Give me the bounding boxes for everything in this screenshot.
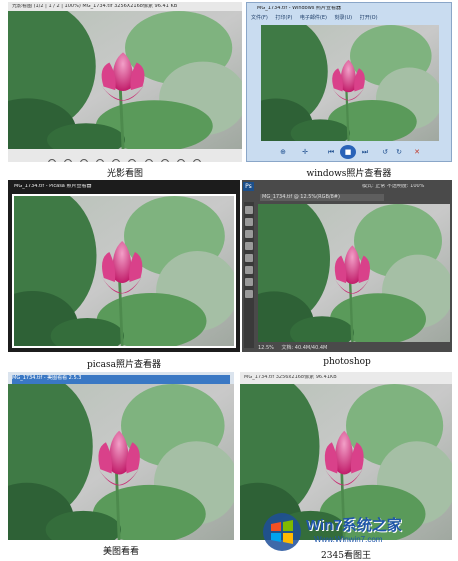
menu-bar: 文件(F) 打印(P) 电子邮件(E) 刻录(U) 打开(O): [251, 14, 447, 22]
viewer-panel-picasa: MG_1734.tif - Picasa 照片查看器: [8, 180, 240, 352]
window-title: MG_1734.tif - Windows 照片查看器: [257, 6, 342, 11]
zoom-level: 12.5%: [258, 345, 274, 351]
caption-windows: windows照片查看器: [306, 169, 392, 179]
brush-tool-icon[interactable]: [245, 254, 253, 262]
window-title: MG_1734.tif - 美图看看 2.5.3: [12, 375, 230, 384]
doc-info: 文档: 40.4M/40.4M: [281, 345, 328, 351]
crop-tool-icon[interactable]: [245, 242, 253, 250]
menu-burn[interactable]: 刻录(U): [335, 15, 353, 21]
delete-icon[interactable]: ✕: [411, 147, 423, 157]
viewer-panel-guangying: 光影看图 (1/2 | 1 / 2 | 100%) MG_1734.tif 32…: [8, 2, 242, 162]
photo: [261, 25, 439, 141]
photo: [8, 384, 234, 540]
fit-icon[interactable]: [80, 159, 89, 162]
lasso-tool-icon[interactable]: [245, 230, 253, 238]
window-title: MG_1734.tif 3256x2168像素 96.41KB: [244, 375, 337, 380]
zoom-icon[interactable]: ⊕: [277, 147, 289, 157]
menu-email[interactable]: 电子邮件(E): [300, 15, 327, 21]
status-bar: 12.5% 文档: 40.4M/40.4M: [258, 344, 450, 352]
crop-icon[interactable]: [96, 159, 105, 162]
zoom-in-icon[interactable]: [48, 159, 56, 162]
delete-icon[interactable]: [176, 159, 185, 162]
rotate-left-icon[interactable]: [144, 159, 153, 162]
document-tab[interactable]: MG_1734.tif @ 12.5%(RGB/8#): [260, 194, 384, 201]
slideshow-button[interactable]: ■: [340, 145, 356, 159]
photo: [12, 194, 236, 348]
window-title: 光影看图 (1/2 | 1 / 2 | 100%) MG_1734.tif 32…: [12, 4, 178, 9]
caption-guangying: 光影看图: [106, 169, 143, 179]
rotate-right-icon[interactable]: [160, 159, 169, 162]
next-icon[interactable]: [128, 159, 137, 162]
prev-icon[interactable]: [112, 159, 121, 162]
caption-meitu: 美图看看: [102, 547, 139, 557]
caption-photoshop: photoshop: [323, 357, 371, 367]
hand-tool-icon[interactable]: [245, 290, 253, 298]
photo: [258, 204, 450, 342]
rotate-left-icon[interactable]: ↺: [379, 147, 391, 157]
marquee-tool-icon[interactable]: [245, 218, 253, 226]
menu-print[interactable]: 打印(P): [275, 15, 292, 21]
watermark: Win7系统之家 Www.Winwin7.com: [262, 510, 452, 558]
info-icon[interactable]: [192, 159, 201, 162]
viewer-panel-windows: MG_1734.tif - Windows 照片查看器 文件(F) 打印(P) …: [246, 2, 452, 162]
photo: [8, 11, 242, 149]
watermark-logo-text: Win7系统之家: [306, 517, 402, 534]
caption-picasa: picasa照片查看器: [86, 360, 162, 370]
prev-icon[interactable]: ⏮: [325, 147, 337, 157]
toolbar: [48, 152, 228, 162]
tools-panel: [244, 202, 254, 348]
menu-file[interactable]: 文件(F): [251, 15, 268, 21]
window-title: MG_1734.tif - Picasa 照片查看器: [14, 184, 92, 189]
next-icon[interactable]: ⏭: [359, 147, 371, 157]
watermark-url: Www.Winwin7.com: [314, 535, 383, 544]
viewer-panel-meitu: MG_1734.tif - 美图看看 2.5.3: [8, 372, 234, 540]
windows-logo-icon: [263, 513, 301, 551]
move-tool-icon[interactable]: [245, 206, 253, 214]
options-bar: 模式: 正常 不透明度: 100%: [362, 184, 425, 189]
viewer-panel-photoshop: Ps 模式: 正常 不透明度: 100% MG_1734.tif @ 12.5%…: [242, 180, 452, 352]
menu-open[interactable]: 打开(O): [360, 15, 378, 21]
rotate-right-icon[interactable]: ↻: [393, 147, 405, 157]
ps-logo: Ps: [243, 182, 254, 191]
text-tool-icon[interactable]: [245, 278, 253, 286]
bottom-controls: ⊕ ✛ ⏮ ■ ⏭ ↺ ↻ ✕: [277, 145, 427, 159]
eraser-tool-icon[interactable]: [245, 266, 253, 274]
actual-size-icon[interactable]: ✛: [299, 147, 311, 157]
zoom-out-icon[interactable]: [64, 159, 73, 162]
